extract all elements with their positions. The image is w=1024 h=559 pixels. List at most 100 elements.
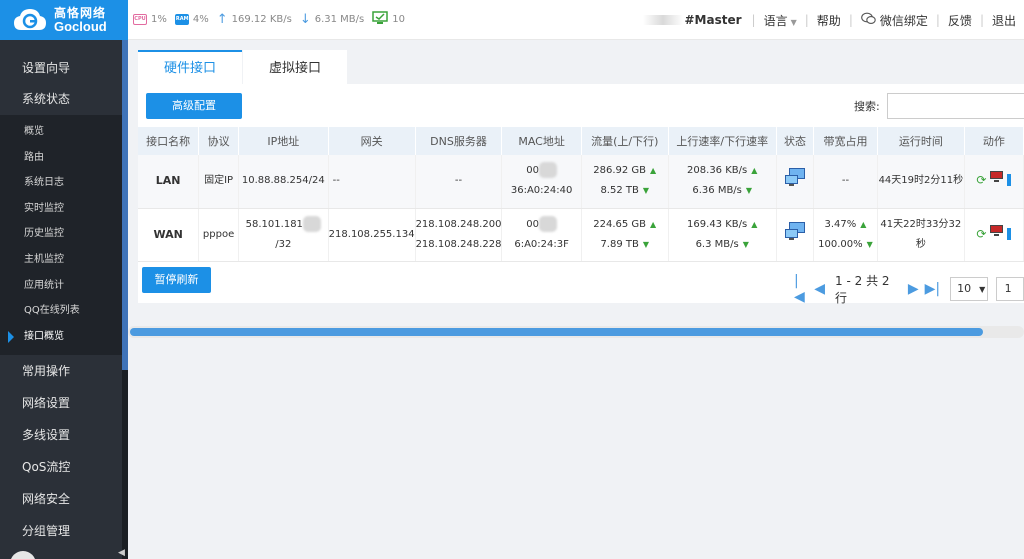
cpu-value: 1% [151, 14, 167, 25]
nav-item-security[interactable]: 网络安全 [0, 483, 122, 516]
iface-actions: ⟳ [964, 155, 1024, 209]
cpu-stat: CPU 1% [133, 14, 167, 25]
iface-dns: -- [415, 155, 503, 209]
nav-sub-overview[interactable]: 概览 [0, 119, 122, 145]
nav-sub-app-stats[interactable]: 应用统计 [0, 273, 122, 299]
feedback-link[interactable]: 反馈 [948, 12, 972, 29]
iface-dns: 218.108.248.200 218.108.248.228 [415, 208, 503, 262]
username-redacted [642, 15, 683, 25]
iface-bandwidth: -- [813, 155, 878, 209]
nav-sub-realtime-monitor[interactable]: 实时监控 [0, 196, 122, 222]
iface-ip: 10.88.88.254/24 [238, 155, 329, 209]
page-size-select[interactable]: 10 ▼ [950, 277, 988, 301]
iface-rate: 208.36 KB/s ▲ 6.36 MB/s ▼ [668, 155, 777, 209]
language-menu[interactable]: 语言 ▼ [764, 12, 797, 29]
mac-prefix: 00 [526, 218, 539, 230]
next-page-icon[interactable]: ▶ [908, 281, 919, 297]
page-info: 1 - 2 共 2 行 [835, 274, 890, 305]
rate-down: 6.3 MB/s [695, 238, 739, 250]
computer-status-icon [784, 167, 806, 195]
nav-sub-qq-online[interactable]: QQ在线列表 [0, 298, 122, 324]
arrow-down-icon: ▼ [745, 186, 753, 196]
col-header: 状态 [776, 127, 815, 155]
iface-bandwidth: 3.47% ▲ 100.00% ▼ [813, 208, 878, 262]
nav-sub-history-monitor[interactable]: 历史监控 [0, 221, 122, 247]
avatar[interactable] [10, 551, 36, 559]
monitor-icon[interactable] [990, 224, 1004, 244]
sidebar-scrollbar[interactable] [122, 40, 128, 559]
nav-item-system-status[interactable]: 系统状态 [0, 83, 122, 115]
iface-traffic: 286.92 GB ▲ 8.52 TB ▼ [581, 155, 669, 209]
iface-gateway: -- [328, 155, 416, 209]
mac-suffix: 6:A0:24:3F [514, 238, 569, 250]
tab-virtual-interface[interactable]: 虚拟接口 [243, 50, 347, 84]
download-arrow-icon: ↓ [299, 12, 311, 27]
traffic-up: 286.92 GB [593, 165, 647, 177]
col-header: IP地址 [238, 127, 329, 155]
topbar: CPU 1% RAM 4% ↑ 169.12 KB/s ↓ 6.31 MB/s … [128, 0, 1024, 40]
iface-mac: 00 6:A0:24:3F [501, 208, 582, 262]
help-link[interactable]: 帮助 [817, 12, 841, 29]
iface-actions: ⟳ [964, 208, 1024, 262]
collapse-arrow-icon[interactable]: ◀ [118, 548, 125, 558]
col-header: 流量(上/下行) [581, 127, 669, 155]
horizontal-scrollbar[interactable] [128, 326, 1024, 338]
nav-sub-route[interactable]: 路由 [0, 145, 122, 171]
traffic-down: 7.89 TB [600, 238, 639, 250]
brand-en: Gocloud [54, 19, 107, 34]
logo[interactable]: 高恪网络 Gocloud [0, 0, 128, 40]
refresh-icon[interactable]: ⟳ [976, 170, 986, 190]
col-header: DNS服务器 [415, 127, 503, 155]
advanced-config-button[interactable]: 高级配置 [146, 93, 242, 119]
nav-sub-system-log[interactable]: 系统日志 [0, 170, 122, 196]
monitor-icon[interactable] [990, 170, 1004, 190]
search-input[interactable] [887, 93, 1024, 119]
nav-item-setup-wizard[interactable]: 设置向导 [0, 53, 122, 83]
refresh-icon[interactable]: ⟳ [976, 224, 986, 244]
nav-item-network-settings[interactable]: 网络设置 [0, 387, 122, 420]
nav-item-multiline[interactable]: 多线设置 [0, 419, 122, 452]
nav-item-common-ops[interactable]: 常用操作 [0, 355, 122, 388]
interface-table: 接口名称 协议 IP地址 网关 DNS服务器 MAC地址 流量(上/下行) 上行… [138, 127, 1024, 262]
pause-refresh-button[interactable]: 暂停刷新 [142, 267, 211, 293]
devices-value: 10 [392, 14, 405, 25]
ip-redacted [302, 215, 321, 232]
cpu-icon: CPU [133, 14, 147, 25]
nav-sub-host-monitor[interactable]: 主机监控 [0, 247, 122, 273]
col-header: 网关 [328, 127, 416, 155]
logout-link[interactable]: 退出 [992, 12, 1016, 29]
download-value: 6.31 MB/s [314, 14, 365, 25]
iface-status [776, 155, 815, 209]
iface-rate: 169.43 KB/s ▲ 6.3 MB/s ▼ [668, 208, 777, 262]
iface-mac: 00 36:A0:24:40 [501, 155, 582, 209]
iface-protocol: 固定IP [198, 155, 239, 209]
arrow-down-icon: ▼ [642, 186, 650, 196]
iface-protocol: pppoe [198, 208, 239, 262]
tab-hardware-interface[interactable]: 硬件接口 [138, 50, 242, 84]
username[interactable]: #Master [685, 13, 742, 27]
wechat-bind-link[interactable]: 微信绑定 [880, 12, 928, 29]
arrow-down-icon: ▼ [866, 239, 873, 249]
search-label: 搜索: [854, 100, 880, 113]
nav-item-qos[interactable]: QoS流控 [0, 451, 122, 484]
upload-stat: ↑ 169.12 KB/s [217, 12, 292, 27]
arrow-down-icon: ▼ [642, 239, 650, 249]
nav-sub-interface-overview[interactable]: 接口概览 [0, 324, 122, 350]
side-nav: 设置向导 系统状态 概览 路由 系统日志 实时监控 历史监控 主机监控 应用统计… [0, 40, 122, 548]
col-header: MAC地址 [501, 127, 582, 155]
traffic-up: 224.65 GB [593, 218, 647, 230]
arrow-up-icon: ▲ [751, 166, 758, 176]
scrollbar-thumb[interactable] [130, 328, 983, 336]
last-page-icon[interactable]: ▶| [925, 281, 940, 297]
rate-up: 208.36 KB/s [687, 165, 748, 177]
mac-redacted [538, 162, 557, 179]
first-page-icon[interactable]: |◀ [794, 273, 808, 305]
nav-item-group-mgmt[interactable]: 分组管理 [0, 515, 122, 548]
interface-panel: 高级配置 搜索: 接口名称 协议 IP地址 网关 DNS服务器 MAC地址 流量… [138, 84, 1024, 305]
prev-page-icon[interactable]: ◀ [814, 281, 825, 297]
info-icon[interactable] [1007, 174, 1012, 187]
ram-stat: RAM 4% [174, 14, 209, 25]
info-icon[interactable] [1007, 227, 1012, 240]
language-label: 语言 [763, 13, 788, 28]
page-number-input[interactable]: 1 [995, 277, 1024, 301]
